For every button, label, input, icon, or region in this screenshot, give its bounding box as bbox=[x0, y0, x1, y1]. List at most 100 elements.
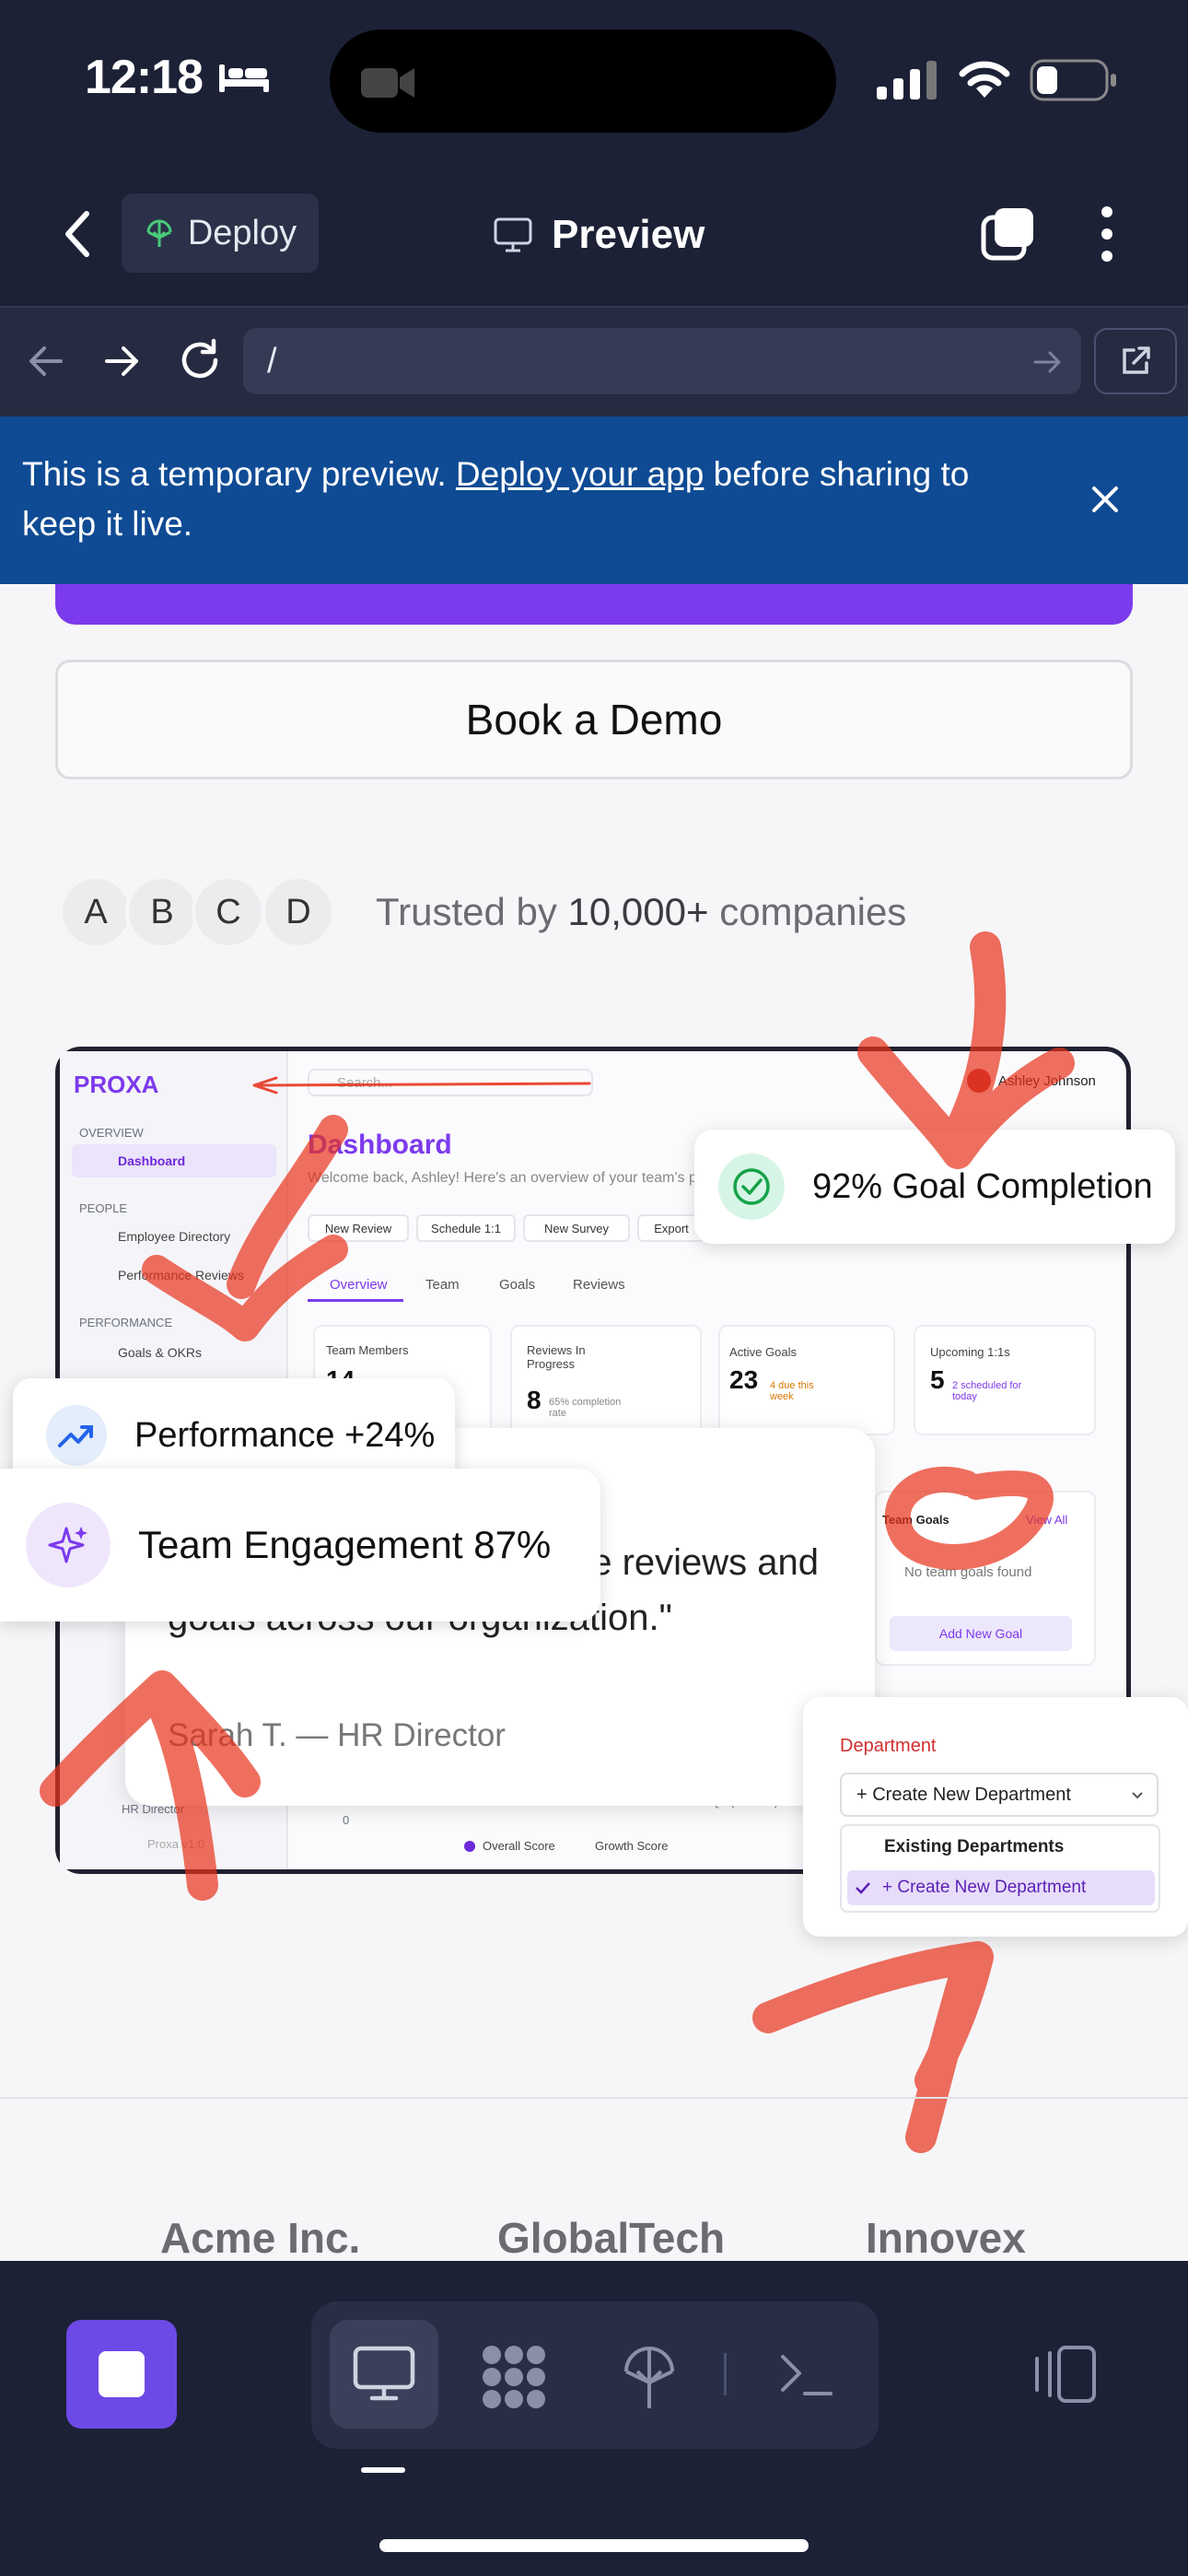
sidebar-heading: OVERVIEW bbox=[79, 1126, 144, 1140]
department-option-create: + Create New Department bbox=[847, 1870, 1155, 1905]
sidebar-item-dashboard: Dashboard bbox=[118, 1153, 186, 1168]
department-option-heading: Existing Departments bbox=[884, 1837, 1065, 1856]
page-title: Preview bbox=[493, 205, 705, 265]
book-demo-button[interactable]: Book a Demo bbox=[55, 660, 1133, 779]
desktop-icon bbox=[494, 217, 532, 252]
department-select: + Create New Department bbox=[840, 1773, 1159, 1817]
department-option-create-label: + Create New Department bbox=[882, 1878, 1087, 1897]
sleep-focus-icon bbox=[219, 64, 269, 92]
trusted-by-text: Trusted by 10,000+ companies bbox=[376, 890, 906, 934]
stat-value: 5 bbox=[930, 1365, 945, 1394]
active-tool-indicator bbox=[361, 2467, 405, 2473]
proxa-logo: PROXA bbox=[74, 1071, 159, 1098]
home-indicator[interactable] bbox=[379, 2539, 809, 2552]
more-options-icon[interactable] bbox=[1098, 205, 1116, 263]
reload-icon[interactable] bbox=[177, 337, 223, 383]
stat-note: 2 scheduled for today bbox=[952, 1380, 1022, 1402]
deploy-icon bbox=[146, 219, 172, 247]
goal-completion-badge: 92% Goal Completion bbox=[694, 1130, 1175, 1244]
stat-value: 23 bbox=[729, 1365, 759, 1394]
performance-text: Performance +24% bbox=[134, 1415, 436, 1455]
banner-prefix: This is a temporary preview. bbox=[22, 455, 456, 493]
deploy-icon[interactable] bbox=[621, 2344, 678, 2410]
checkmark-icon bbox=[856, 1882, 870, 1894]
company-logo: GlobalTech bbox=[497, 2214, 726, 2262]
trusted-suffix: companies bbox=[708, 890, 907, 933]
legend-overall: Overall Score bbox=[483, 1839, 555, 1853]
browser-forward-icon[interactable] bbox=[99, 339, 144, 383]
sidebar-version: Proxa v1.0 bbox=[147, 1837, 205, 1851]
deploy-button[interactable]: Deploy bbox=[122, 193, 319, 273]
close-icon[interactable] bbox=[1087, 481, 1124, 518]
dashboard-user: Ashley Johnson bbox=[967, 1069, 1096, 1093]
chart-axis-zero: 0 bbox=[343, 1813, 350, 1827]
avatar: D bbox=[262, 875, 335, 949]
tab-team: Team bbox=[425, 1277, 460, 1293]
primary-cta-button[interactable] bbox=[55, 584, 1133, 625]
section-divider bbox=[0, 2097, 1188, 2099]
sparkles-icon bbox=[26, 1503, 111, 1587]
url-input[interactable]: / bbox=[243, 328, 1081, 394]
stop-button[interactable] bbox=[66, 2320, 177, 2429]
legend-growth: Growth Score bbox=[595, 1839, 669, 1853]
video-camera-icon bbox=[361, 68, 414, 98]
stop-icon bbox=[99, 2351, 145, 2397]
team-goals-empty: No team goals found bbox=[904, 1564, 1032, 1580]
testimonial-author: Sarah T. — HR Director bbox=[168, 1717, 506, 1753]
device-layout-icon[interactable] bbox=[1031, 2344, 1098, 2405]
battery-icon bbox=[1030, 59, 1116, 101]
trusted-prefix: Trusted by bbox=[376, 890, 568, 933]
avatar: B bbox=[125, 875, 199, 949]
team-engagement-badge: Team Engagement 87% bbox=[0, 1469, 600, 1622]
new-review-button: New Review bbox=[308, 1214, 409, 1242]
wifi-icon bbox=[959, 61, 1010, 98]
integrations-icon[interactable] bbox=[479, 2344, 549, 2410]
back-chevron-icon[interactable] bbox=[59, 208, 96, 260]
preview-label: Preview bbox=[552, 212, 705, 257]
new-survey-button: New Survey bbox=[523, 1214, 630, 1242]
stat-label: Team Members bbox=[326, 1343, 409, 1357]
preview-tool-button[interactable] bbox=[330, 2320, 438, 2429]
trending-up-icon bbox=[46, 1405, 107, 1466]
open-external-button[interactable] bbox=[1094, 328, 1177, 394]
schedule-button: Schedule 1:1 bbox=[416, 1214, 516, 1242]
company-logo: Innovex bbox=[866, 2214, 1026, 2262]
user-avatar bbox=[967, 1069, 991, 1093]
stat-note: 4 due this week bbox=[770, 1380, 814, 1402]
stat-card bbox=[510, 1325, 702, 1435]
user-name: Ashley Johnson bbox=[998, 1072, 1096, 1089]
legend-dot bbox=[464, 1841, 475, 1852]
browser-back-icon[interactable] bbox=[24, 339, 68, 383]
terminal-icon[interactable] bbox=[777, 2349, 834, 2401]
tab-goals: Goals bbox=[499, 1277, 536, 1293]
check-circle-icon bbox=[718, 1153, 785, 1220]
stat-note: 65% completion rate bbox=[549, 1397, 622, 1419]
url-go-icon[interactable] bbox=[1031, 346, 1063, 378]
cellular-signal-icon bbox=[877, 61, 937, 100]
tool-divider bbox=[724, 2353, 727, 2395]
company-logo: Acme Inc. bbox=[160, 2214, 361, 2262]
stat-label: Upcoming 1:1s bbox=[930, 1345, 1010, 1359]
avatar: A bbox=[59, 875, 133, 949]
trusted-count: 10,000+ bbox=[567, 890, 709, 933]
sidebar-heading: PEOPLE bbox=[79, 1201, 128, 1215]
sidebar-item-employee-directory: Employee Directory bbox=[118, 1229, 231, 1244]
tab-underline bbox=[308, 1299, 403, 1302]
department-selected-value: + Create New Department bbox=[856, 1784, 1071, 1805]
stat-label: Reviews In Progress bbox=[527, 1343, 586, 1371]
goal-completion-text: 92% Goal Completion bbox=[812, 1166, 1153, 1206]
deploy-label: Deploy bbox=[187, 213, 297, 252]
tabs-icon[interactable] bbox=[980, 205, 1037, 262]
view-all-link: View All bbox=[1026, 1513, 1068, 1527]
team-engagement-text: Team Engagement 87% bbox=[138, 1523, 552, 1566]
chevron-down-icon bbox=[1132, 1792, 1143, 1799]
stat-value: 8 bbox=[527, 1386, 542, 1414]
dashboard-search: Search... bbox=[308, 1069, 593, 1096]
sidebar-heading: PERFORMANCE bbox=[79, 1316, 173, 1329]
tab-overview: Overview bbox=[330, 1277, 388, 1293]
dashboard-title: Dashboard bbox=[308, 1130, 452, 1160]
deploy-app-link[interactable]: Deploy your app bbox=[456, 455, 704, 493]
sidebar-item-performance-reviews: Performance Reviews bbox=[118, 1268, 244, 1282]
status-time: 12:18 bbox=[85, 51, 204, 104]
sidebar-item-goals-okrs: Goals & OKRs bbox=[118, 1345, 203, 1360]
